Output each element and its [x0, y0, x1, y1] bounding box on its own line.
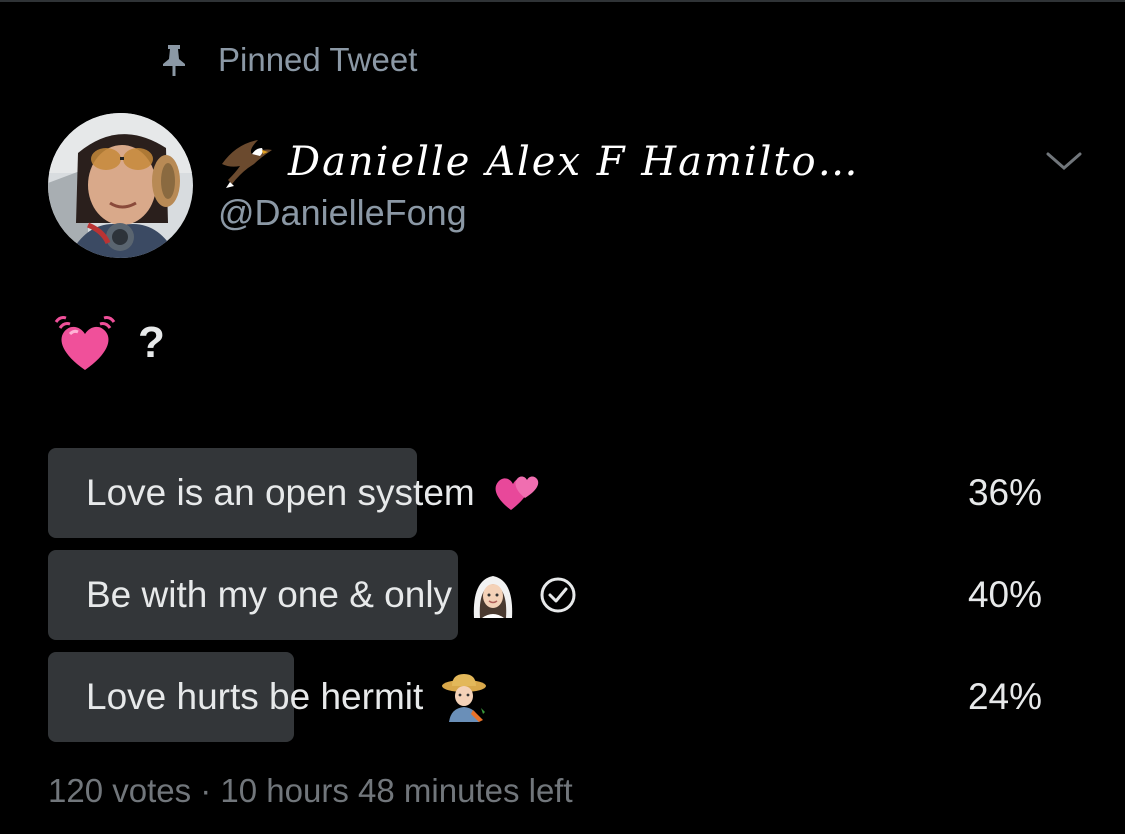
chevron-down-icon[interactable]: [1044, 150, 1084, 174]
poll-option-label: Love hurts be hermit: [86, 676, 424, 717]
pinned-label: Pinned Tweet: [218, 41, 418, 78]
author-display-name[interactable]: Danielle Alex F Hamilto…: [288, 139, 860, 185]
tweet-text: ?: [52, 310, 165, 376]
poll-option-1: Love is an open system 36%: [48, 448, 1048, 538]
poll-option-label: Love is an open system: [86, 472, 475, 513]
author-name-row[interactable]: Danielle Alex F Hamilto…: [218, 132, 860, 192]
poll-option-percent: 24%: [967, 676, 1042, 717]
farmer-icon: [439, 672, 489, 722]
two-hearts-icon: [491, 468, 541, 518]
top-divider: [0, 0, 1125, 2]
poll-option-label: Be with my one & only: [86, 574, 453, 615]
check-circle-icon: [538, 575, 578, 615]
avatar[interactable]: [48, 113, 193, 258]
eagle-icon: [218, 134, 274, 190]
bride-with-veil-icon: [468, 570, 518, 620]
poll-option-percent: 36%: [967, 472, 1042, 513]
poll-meta: 120 votes · 10 hours 48 minutes left: [48, 772, 573, 809]
author-handle[interactable]: @DanielleFong: [218, 192, 467, 234]
pin-icon: [160, 43, 188, 77]
tweet-body-text: ?: [138, 318, 165, 367]
heart-with-vibration-icon: [52, 310, 118, 376]
poll-option-3: Love hurts be hermit 24%: [48, 652, 1048, 742]
pinned-indicator: Pinned Tweet: [160, 38, 417, 82]
poll-option-percent: 40%: [967, 574, 1042, 615]
poll-option-2: Be with my one & only 40%: [48, 550, 1048, 640]
